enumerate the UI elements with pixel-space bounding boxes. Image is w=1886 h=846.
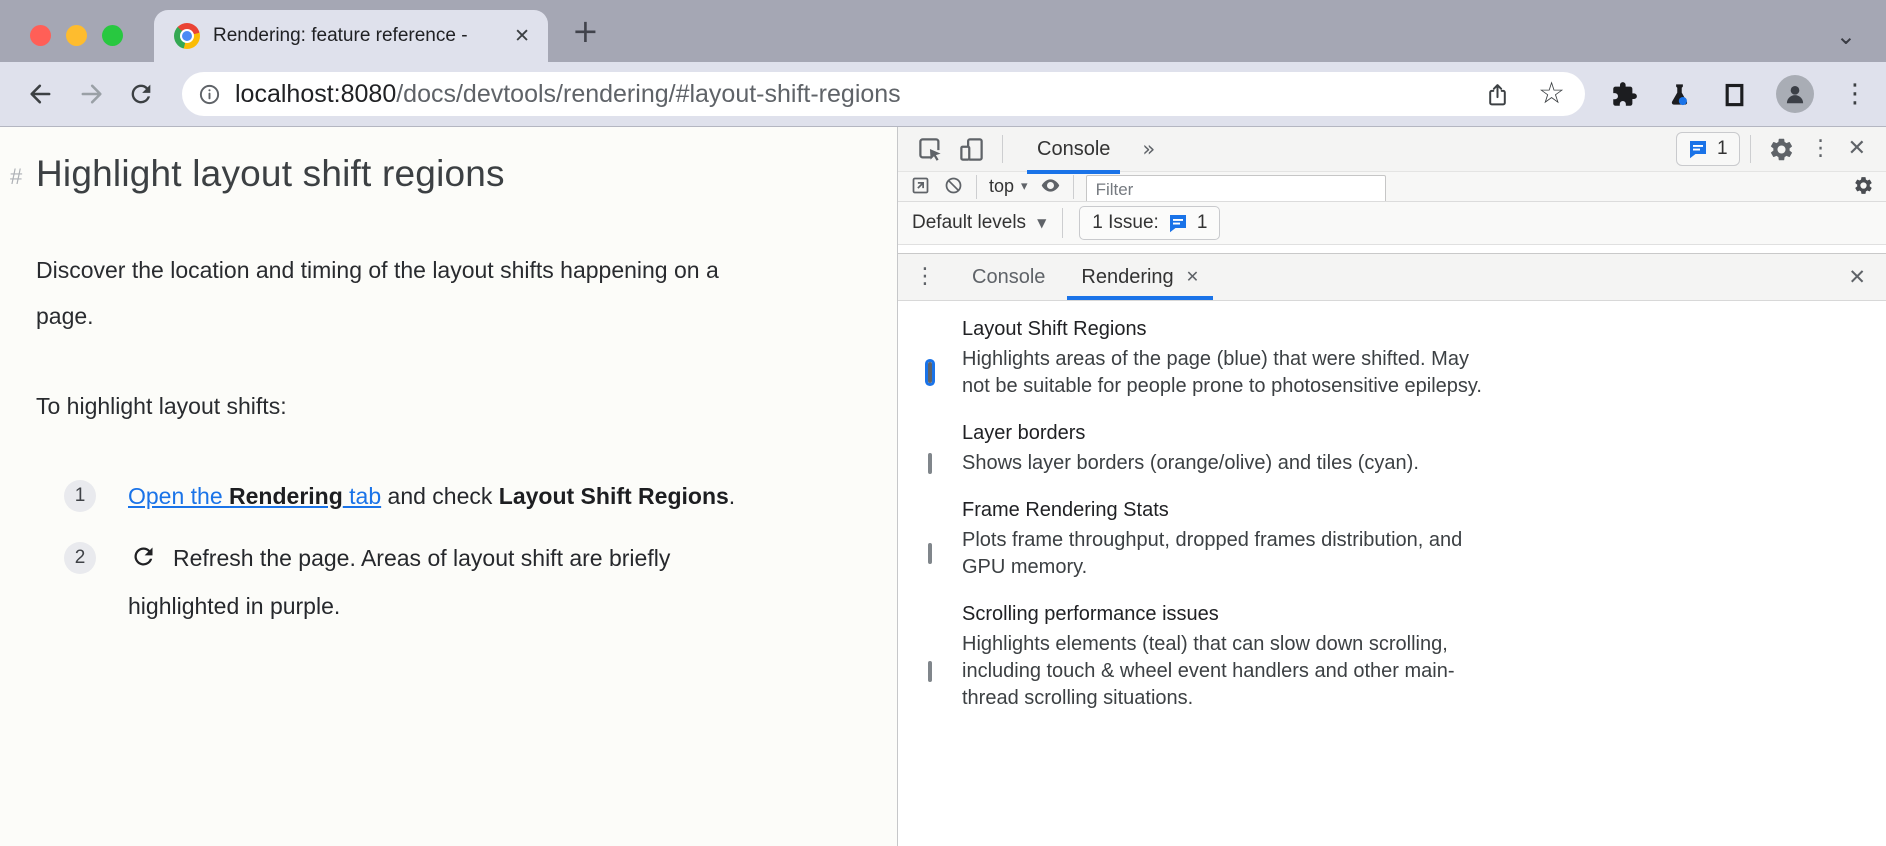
setting-title: Layout Shift Regions — [962, 318, 1858, 341]
active-tab-underline — [1067, 296, 1213, 300]
titlebar: Rendering: feature reference - ✕ + ⌄ — [0, 0, 1886, 62]
page-title: Highlight layout shift regions — [36, 153, 857, 195]
setting-layer-borders: Layer borders Shows layer borders (orang… — [928, 422, 1858, 477]
share-icon[interactable] — [1485, 82, 1510, 107]
layer-borders-checkbox[interactable] — [928, 453, 932, 474]
step-number-badge: 2 — [64, 542, 96, 574]
layout-shift-regions-checkbox[interactable] — [928, 362, 932, 383]
more-tabs-icon[interactable]: » — [1142, 139, 1155, 160]
console-info-bar: Default levels ▼ 1 Issue: 1 — [898, 202, 1886, 245]
setting-description: Plots frame throughput, dropped frames d… — [962, 527, 1858, 581]
setting-scrolling-performance: Scrolling performance issues Highlights … — [928, 603, 1858, 712]
experiments-flask-icon[interactable] — [1666, 81, 1693, 108]
url-path: /docs/devtools/rendering/#layout-shift-r… — [396, 80, 900, 108]
drawer-tab-bar: ⋮ Console Rendering ✕ ✕ — [898, 253, 1886, 301]
browser-toolbar: localhost:8080/docs/devtools/rendering/#… — [0, 62, 1886, 127]
heading-anchor-link[interactable]: # — [10, 164, 22, 190]
step-text: Refresh the page. Areas of layout shift … — [128, 536, 670, 628]
divider — [1750, 135, 1751, 163]
intro-paragraph: Discover the location and timing of the … — [36, 247, 857, 339]
devtools-panel: Console » 1 ⋮ ✕ — [898, 127, 1886, 846]
issues-counter-button[interactable]: 1 — [1676, 132, 1740, 166]
tab-title: Rendering: feature reference - — [213, 25, 501, 47]
extensions-puzzle-icon[interactable] — [1611, 81, 1638, 108]
address-bar[interactable]: localhost:8080/docs/devtools/rendering/#… — [182, 72, 1585, 116]
browser-menu-icon[interactable]: ⋮ — [1842, 81, 1868, 107]
caret-down-icon: ▾ — [1021, 180, 1028, 193]
javascript-context-selector[interactable]: top ▾ — [989, 176, 1028, 197]
reload-button[interactable] — [116, 80, 166, 108]
new-tab-button[interactable]: + — [572, 15, 599, 47]
setting-description: Shows layer borders (orange/olive) and t… — [962, 450, 1858, 477]
frame-rendering-stats-checkbox[interactable] — [928, 543, 932, 564]
list-item: 2 Refresh the page. Areas of layout shif… — [64, 536, 857, 628]
refresh-icon — [130, 540, 157, 584]
setting-title: Layer borders — [962, 422, 1858, 445]
setting-description: Highlights elements (teal) that can slow… — [962, 631, 1858, 712]
setting-frame-rendering-stats: Frame Rendering Stats Plots frame throug… — [928, 499, 1858, 581]
devtools-main-toolbar: Console » 1 ⋮ ✕ — [898, 127, 1886, 172]
open-rendering-tab-link[interactable]: Open the Rendering tab — [128, 483, 381, 509]
setting-title: Scrolling performance issues — [962, 603, 1858, 626]
settings-gear-icon[interactable] — [1768, 136, 1795, 163]
tab-console-main[interactable]: Console — [1029, 127, 1118, 171]
bookmark-star-icon[interactable]: ☆ — [1538, 79, 1565, 109]
issues-button[interactable]: 1 Issue: 1 — [1079, 206, 1220, 240]
console-content-gap — [898, 245, 1886, 253]
toolbar-actions: ⋮ — [1597, 75, 1886, 113]
traffic-lights — [30, 25, 123, 46]
rendering-panel: Layout Shift Regions Highlights areas of… — [898, 301, 1886, 712]
url-text: localhost:8080/docs/devtools/rendering/#… — [235, 80, 1471, 109]
divider — [1073, 175, 1074, 199]
console-sidebar-icon[interactable] — [910, 175, 931, 196]
divider — [1062, 208, 1063, 238]
setting-description: Highlights areas of the page (blue) that… — [962, 346, 1858, 400]
drawer-tab-console[interactable]: Console — [954, 254, 1063, 300]
message-bubble-icon — [1688, 139, 1708, 159]
back-button[interactable] — [16, 80, 66, 108]
console-toolbar: top ▾ — [898, 172, 1886, 202]
zoom-window-button[interactable] — [102, 25, 123, 46]
drawer-close-icon[interactable]: ✕ — [1848, 267, 1866, 288]
devtools-close-icon[interactable]: ✕ — [1848, 138, 1866, 160]
close-rendering-tab-icon[interactable]: ✕ — [1186, 269, 1199, 285]
steps-list: 1 Open the Rendering tab and check Layou… — [36, 474, 857, 628]
console-filter-input[interactable] — [1086, 175, 1386, 202]
browser-tab[interactable]: Rendering: feature reference - ✕ — [154, 10, 548, 62]
site-info-icon[interactable] — [198, 83, 221, 106]
device-toolbar-icon[interactable] — [958, 136, 985, 163]
log-levels-dropdown[interactable]: Default levels ▼ — [912, 212, 1046, 234]
drawer-menu-icon[interactable]: ⋮ — [914, 266, 936, 288]
clear-console-icon[interactable] — [943, 175, 964, 196]
minimize-window-button[interactable] — [66, 25, 87, 46]
console-settings-gear-icon[interactable] — [1853, 175, 1874, 196]
close-window-button[interactable] — [30, 25, 51, 46]
list-item: 1 Open the Rendering tab and check Layou… — [64, 474, 857, 518]
divider — [976, 175, 977, 199]
tab-close-icon[interactable]: ✕ — [514, 27, 530, 46]
browser-window: Rendering: feature reference - ✕ + ⌄ loc… — [0, 0, 1886, 846]
docs-page: # Highlight layout shift regions Discove… — [0, 127, 898, 846]
setting-title: Frame Rendering Stats — [962, 499, 1858, 522]
message-bubble-icon — [1168, 213, 1188, 233]
tabstrip-chevron-down-icon[interactable]: ⌄ — [1836, 24, 1856, 48]
chrome-favicon-icon — [174, 23, 200, 49]
side-panel-icon[interactable] — [1721, 81, 1748, 108]
scrolling-performance-checkbox[interactable] — [928, 661, 932, 682]
inspect-element-icon[interactable] — [917, 136, 944, 163]
devtools-menu-icon[interactable]: ⋮ — [1810, 138, 1832, 160]
dropdown-arrow-icon: ▼ — [1037, 217, 1046, 229]
active-tab-underline — [1027, 170, 1120, 174]
step-number-badge: 1 — [64, 480, 96, 512]
url-host: localhost:8080 — [235, 80, 396, 108]
divider — [1002, 135, 1003, 163]
profile-avatar[interactable] — [1776, 75, 1814, 113]
step-text: Open the Rendering tab and check Layout … — [128, 474, 735, 518]
steps-intro: To highlight layout shifts: — [36, 393, 857, 420]
live-expression-eye-icon[interactable] — [1040, 175, 1061, 196]
setting-layout-shift-regions: Layout Shift Regions Highlights areas of… — [928, 318, 1858, 400]
forward-button[interactable] — [66, 80, 116, 108]
drawer-tab-rendering[interactable]: Rendering ✕ — [1063, 254, 1217, 300]
